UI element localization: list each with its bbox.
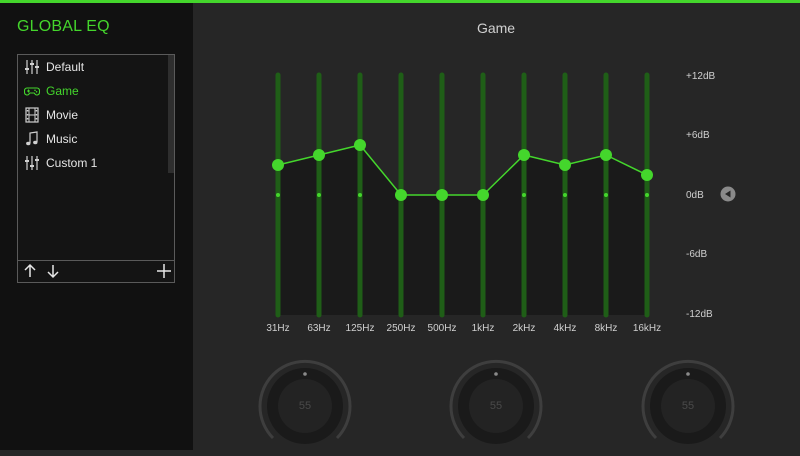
eq-band-handle[interactable] xyxy=(272,159,284,171)
preset-label: Game xyxy=(46,84,79,98)
preset-label: Movie xyxy=(46,108,79,122)
sidebar-title: GLOBAL EQ xyxy=(17,18,110,35)
db-label-minus6: -6dB xyxy=(686,249,708,260)
film-icon xyxy=(25,107,39,123)
eq-zero-marker xyxy=(522,193,526,197)
eq-band-handle[interactable] xyxy=(641,169,653,181)
preset-label: Music xyxy=(46,132,78,146)
db-label-plus12: +12dB xyxy=(686,71,716,82)
eq-band-handle[interactable] xyxy=(600,149,612,161)
db-label-plus6: +6dB xyxy=(686,130,710,141)
knob-value: 55 xyxy=(489,400,503,412)
eq-zero-marker xyxy=(358,193,362,197)
sliders-icon xyxy=(25,156,39,170)
knob-value: 55 xyxy=(298,400,312,412)
preset-item-game[interactable]: Game xyxy=(24,81,79,101)
reset-to-zero-icon[interactable] xyxy=(720,186,736,202)
arrow-down-icon[interactable] xyxy=(45,263,61,279)
preset-panel: Default Game Movie Music Custom 1 xyxy=(17,54,175,283)
eq-zero-marker xyxy=(604,193,608,197)
preset-list-scrollbar[interactable] xyxy=(168,55,174,173)
preset-label: Default xyxy=(46,60,85,74)
preset-list: Default Game Movie Music Custom 1 xyxy=(18,55,169,261)
eq-band-handle[interactable] xyxy=(354,139,366,151)
eq-zero-marker xyxy=(276,193,280,197)
freq-label: 16kHz xyxy=(632,323,662,334)
preset-item-default[interactable]: Default xyxy=(24,57,84,77)
eq-band-handle[interactable] xyxy=(313,149,325,161)
eq-band-handle[interactable] xyxy=(518,149,530,161)
music-note-icon xyxy=(26,131,38,146)
eq-preset-title: Game xyxy=(476,20,516,36)
eq-band-handle[interactable] xyxy=(395,189,407,201)
knob-value: 55 xyxy=(681,400,695,412)
preset-item-custom-1[interactable]: Custom 1 xyxy=(24,153,97,173)
eq-band-handle[interactable] xyxy=(559,159,571,171)
db-label-0: 0dB xyxy=(686,190,704,201)
eq-band-handle[interactable] xyxy=(477,189,489,201)
sliders-icon xyxy=(25,60,39,74)
preset-item-music[interactable]: Music xyxy=(24,129,77,149)
eq-zero-marker xyxy=(563,193,567,197)
gamepad-icon xyxy=(24,87,40,96)
arrow-up-icon[interactable] xyxy=(22,263,38,279)
preset-toolbar xyxy=(18,260,174,282)
eq-band-handle[interactable] xyxy=(436,189,448,201)
eq-zero-marker xyxy=(317,193,321,197)
eq-curve-fill xyxy=(278,145,647,315)
eq-graph[interactable] xyxy=(193,60,673,320)
preset-label: Custom 1 xyxy=(46,156,98,170)
add-preset-icon[interactable] xyxy=(156,263,172,279)
preset-item-movie[interactable]: Movie xyxy=(24,105,78,125)
eq-zero-marker xyxy=(645,193,649,197)
db-label-minus12: -12dB xyxy=(686,309,713,320)
